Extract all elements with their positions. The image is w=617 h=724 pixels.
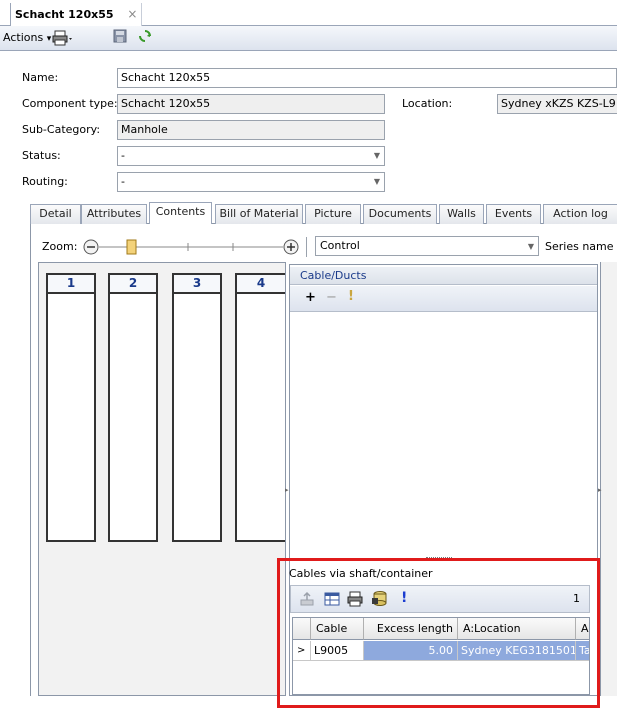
shaft-column[interactable]: 1 (46, 273, 96, 542)
routing-label: Routing: (22, 175, 68, 188)
status-select[interactable]: - ▼ (117, 146, 385, 166)
location-field[interactable]: Sydney xKZS KZS-L9 (497, 94, 617, 114)
column-header: 4 (237, 275, 285, 294)
splitter-arrow-icon[interactable]: ▸ (598, 486, 602, 494)
zoom-slider-graphic (83, 239, 299, 255)
document-tab-bar: Schacht 120x55 × (0, 0, 617, 26)
printer-icon (52, 30, 72, 46)
alert-icon[interactable]: ! (348, 289, 354, 304)
column-header: 3 (174, 275, 220, 294)
chevron-down-icon: ▼ (373, 151, 380, 160)
column-header: 1 (48, 275, 94, 294)
shaft-column[interactable]: 4 (235, 273, 285, 542)
name-field[interactable]: Schacht 120x55 (117, 68, 617, 88)
tab-bill-of-material[interactable]: Bill of Material (215, 204, 303, 224)
routing-value: - (121, 175, 125, 188)
tab-documents[interactable]: Documents (363, 204, 437, 224)
refresh-button[interactable] (138, 29, 152, 45)
tab-contents[interactable]: Contents (149, 202, 212, 225)
routing-select[interactable]: - ▼ (117, 172, 385, 192)
highlight-box (277, 558, 600, 708)
document-tab[interactable]: Schacht 120x55 × (10, 3, 143, 26)
right-side-panel (600, 262, 617, 696)
tab-action-log[interactable]: Action log (543, 204, 617, 224)
actions-label: Actions (3, 31, 44, 44)
component-type-label: Component type: (22, 97, 118, 110)
tab-walls[interactable]: Walls (439, 204, 484, 224)
tab-attributes[interactable]: Attributes (81, 204, 147, 224)
chevron-down-icon: ▼ (373, 177, 380, 186)
cable-ducts-header: Cable/Ducts (290, 267, 597, 285)
status-value: - (121, 149, 125, 162)
sub-category-label: Sub-Category: (22, 123, 101, 136)
status-label: Status: (22, 149, 61, 162)
print-menu[interactable] (52, 29, 74, 46)
control-select[interactable]: Control ▼ (315, 236, 539, 256)
tab-picture[interactable]: Picture (305, 204, 361, 224)
add-icon[interactable]: + (305, 290, 316, 305)
splitter-arrow-icon[interactable]: ▸ (285, 486, 289, 494)
control-value: Control (320, 239, 360, 252)
zoom-slider[interactable] (83, 237, 303, 257)
chevron-down-icon: ▾ (46, 34, 52, 44)
document-tab-title: Schacht 120x55 (15, 8, 114, 21)
tab-events[interactable]: Events (486, 204, 541, 224)
series-name-label: Series name (545, 240, 614, 253)
location-label: Location: (402, 97, 453, 110)
tab-detail[interactable]: Detail (30, 204, 81, 224)
refresh-icon (139, 30, 151, 42)
sub-category-field[interactable]: Manhole (117, 120, 385, 140)
toolbar: Actions ▾ (0, 26, 617, 51)
close-tab-icon[interactable]: × (127, 7, 137, 21)
cable-ducts-toolbar: + − ! (290, 286, 597, 312)
save-icon (113, 29, 127, 43)
actions-menu[interactable]: Actions ▾ (3, 30, 51, 46)
shaft-column[interactable]: 3 (172, 273, 222, 542)
component-type-field[interactable]: Schacht 120x55 (117, 94, 385, 114)
chevron-down-icon: ▼ (527, 242, 534, 251)
column-header: 2 (110, 275, 156, 294)
name-label: Name: (22, 71, 59, 84)
remove-icon[interactable]: − (326, 290, 337, 305)
save-button[interactable] (113, 29, 127, 45)
zoom-label: Zoom: (42, 240, 78, 253)
separator (306, 237, 307, 257)
detail-tab-strip: Detail Attributes Contents Bill of Mater… (30, 202, 617, 225)
shaft-column[interactable]: 2 (108, 273, 158, 542)
